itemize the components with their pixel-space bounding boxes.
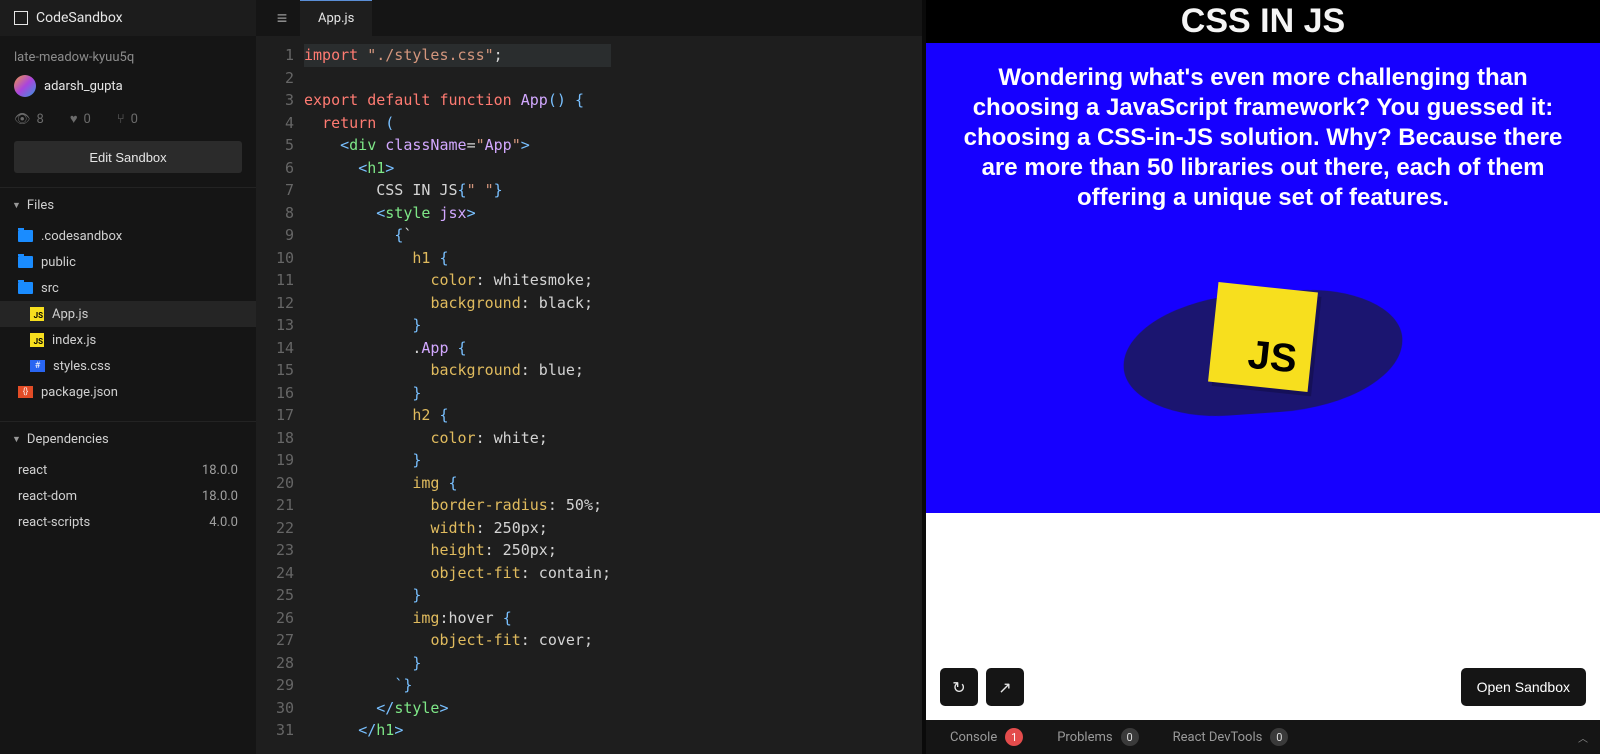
file-name: App.js (52, 307, 88, 322)
file-name: styles.css (53, 359, 111, 374)
preview-body: Wondering what's even more challenging t… (926, 43, 1600, 513)
edit-sandbox-button[interactable]: Edit Sandbox (14, 141, 242, 173)
js-file-icon: JS (30, 307, 44, 321)
chevron-down-icon: ▼ (12, 200, 21, 211)
dep-version: 18.0.0 (202, 463, 238, 478)
js-logo-icon: JS (1208, 282, 1318, 392)
editor-tab-bar: ≡ App.js (256, 0, 922, 36)
preview-title: CSS IN JS (926, 0, 1600, 43)
stats: 👁 8 ♥ 0 ⑂ 0 (14, 111, 242, 127)
file-item--codesandbox[interactable]: .codesandbox (0, 223, 256, 249)
refresh-button[interactable]: ↻ (940, 668, 978, 706)
problems-badge: 0 (1121, 728, 1139, 746)
project-name: late-meadow-kyuu5q (14, 50, 242, 65)
folder-icon (18, 230, 33, 242)
dependency-react-scripts[interactable]: react-scripts 4.0.0 (0, 509, 256, 535)
file-name: package.json (41, 385, 118, 400)
folder-icon (18, 282, 33, 294)
file-item-App-js[interactable]: JS App.js (0, 301, 256, 327)
codesandbox-logo-icon (14, 11, 28, 25)
console-tab[interactable]: Console 1 (950, 728, 1023, 746)
file-name: index.js (52, 333, 96, 348)
file-item-public[interactable]: public (0, 249, 256, 275)
refresh-icon: ↻ (952, 678, 965, 697)
dep-version: 4.0.0 (209, 515, 238, 530)
file-name: src (41, 281, 59, 296)
folder-icon (18, 256, 33, 268)
editor-pane: ≡ App.js 1234567891011121314151617181920… (256, 0, 926, 754)
heart-icon: ♥ (70, 111, 78, 127)
likes-stat: ♥ 0 (70, 111, 91, 127)
dep-version: 18.0.0 (202, 489, 238, 504)
preview-image: JS (1123, 293, 1403, 413)
avatar-icon (14, 75, 36, 97)
author-row[interactable]: adarsh_gupta (14, 75, 242, 97)
deps-section-header[interactable]: ▼ Dependencies (0, 421, 256, 457)
files-section-header[interactable]: ▼ Files (0, 187, 256, 223)
dep-name: react-scripts (18, 515, 90, 530)
file-item-package-json[interactable]: package.json (0, 379, 256, 405)
forks-stat: ⑂ 0 (117, 111, 138, 127)
app-header: CodeSandbox (0, 0, 256, 36)
problems-tab[interactable]: Problems 0 (1057, 728, 1138, 746)
file-tree: .codesandbox public src JS App.js JS index.js s… (0, 223, 256, 405)
open-sandbox-button[interactable]: Open Sandbox (1461, 668, 1586, 706)
react-devtools-tab[interactable]: React DevTools 0 (1173, 728, 1289, 746)
eye-icon: 👁 (14, 112, 31, 127)
console-badge: 1 (1005, 728, 1023, 746)
dep-name: react-dom (18, 489, 77, 504)
app-title: CodeSandbox (36, 10, 123, 26)
file-item-index-js[interactable]: JS index.js (0, 327, 256, 353)
js-file-icon: JS (30, 333, 44, 347)
line-number-gutter: 1234567891011121314151617181920212223242… (256, 36, 304, 754)
hamburger-menu-button[interactable]: ≡ (264, 0, 300, 36)
sidebar: CodeSandbox late-meadow-kyuu5q adarsh_gu… (0, 0, 256, 754)
rendered-app: CSS IN JS Wondering what's even more cha… (926, 0, 1600, 513)
preview-toolbar: ↻ ↗ Open Sandbox (940, 668, 1586, 706)
preview-paragraph: Wondering what's even more challenging t… (956, 63, 1570, 213)
preview-pane: CSS IN JS Wondering what's even more cha… (926, 0, 1600, 754)
external-link-icon: ↗ (998, 678, 1011, 697)
file-name: public (41, 255, 76, 270)
preview-frame: CSS IN JS Wondering what's even more cha… (926, 0, 1600, 720)
author-name: adarsh_gupta (44, 79, 123, 94)
code-content[interactable]: import "./styles.css"; export default fu… (304, 36, 611, 754)
code-editor[interactable]: 1234567891011121314151617181920212223242… (256, 36, 922, 754)
open-new-window-button[interactable]: ↗ (986, 668, 1024, 706)
react-devtools-badge: 0 (1270, 728, 1288, 746)
tab-app-js[interactable]: App.js (300, 0, 372, 36)
file-item-src[interactable]: src (0, 275, 256, 301)
bottom-panel-tabs: Console 1 Problems 0 React DevTools 0 ︿ (926, 720, 1600, 754)
css-file-icon (30, 360, 45, 372)
file-item-styles-css[interactable]: styles.css (0, 353, 256, 379)
views-stat: 👁 8 (14, 111, 44, 127)
expand-panel-button[interactable]: ︿ (1578, 730, 1588, 745)
dependency-list: react 18.0.0 react-dom 18.0.0 react-scripts 4… (0, 457, 256, 535)
file-name: .codesandbox (41, 229, 122, 244)
fork-icon: ⑂ (117, 112, 125, 127)
json-file-icon (18, 386, 33, 398)
dep-name: react (18, 463, 47, 478)
project-info: late-meadow-kyuu5q adarsh_gupta 👁 8 ♥ 0 … (0, 36, 256, 187)
dependency-react-dom[interactable]: react-dom 18.0.0 (0, 483, 256, 509)
chevron-down-icon: ▼ (12, 434, 21, 445)
dependency-react[interactable]: react 18.0.0 (0, 457, 256, 483)
